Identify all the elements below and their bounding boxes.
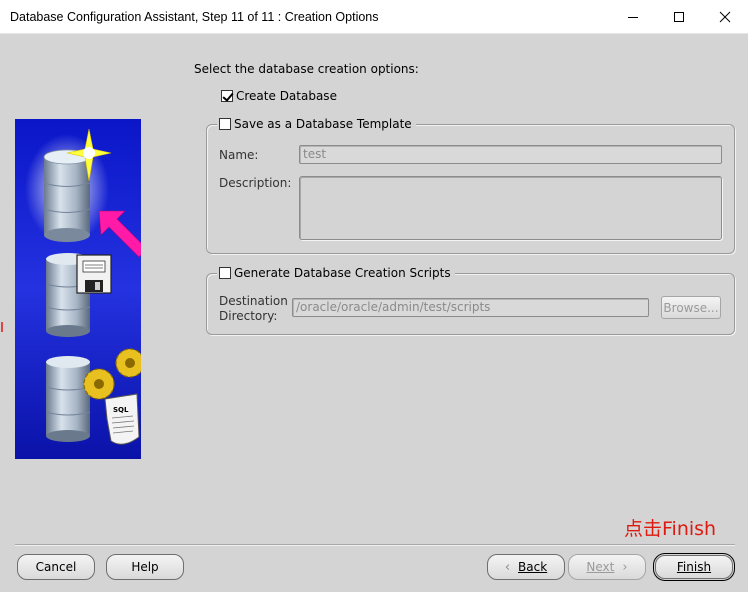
next-button[interactable]: Next › [568,554,646,580]
finish-hint-annotation: 点击Finish [624,518,717,540]
generate-scripts-label: Generate Database Creation Scripts [234,266,451,280]
finish-label: Finish [676,560,712,574]
cancel-label: Cancel [35,560,77,574]
back-label: Back [518,560,548,574]
save-template-checkbox[interactable] [219,118,231,130]
template-name-label: Name: [219,148,259,162]
create-database-checkbox[interactable] [221,90,233,102]
destination-directory-field[interactable]: /oracle/oracle/admin/test/scripts [292,298,649,317]
help-button[interactable]: Help [106,554,184,580]
minimize-icon [628,17,638,18]
wizard-illustration: SQL [15,119,141,459]
title-bar: Database Configuration Assistant, Step 1… [0,0,748,34]
generate-scripts-option[interactable]: Generate Database Creation Scripts [217,266,455,280]
create-database-label: Create Database [236,89,337,103]
next-label: Next [586,560,615,574]
chevron-right-icon: › [622,559,628,575]
create-database-option[interactable]: Create Database [221,89,337,103]
chevron-left-icon: ‹ [504,559,511,575]
template-description-label: Description: [219,176,292,190]
dbca-window: Database Configuration Assistant, Step 1… [0,0,748,592]
template-description-textarea[interactable] [299,176,722,240]
close-icon [719,11,731,23]
maximize-icon [674,12,684,22]
finish-button[interactable]: Finish [653,553,735,581]
maximize-button[interactable] [656,0,702,34]
close-button[interactable] [702,0,748,34]
window-title: Database Configuration Assistant, Step 1… [10,10,379,24]
svg-text:SQL: SQL [113,406,129,414]
edge-artifact [1,322,3,332]
template-name-field[interactable]: test [299,145,722,164]
database-cylinder-bottom [45,356,91,442]
browse-button[interactable]: Browse... [661,296,721,319]
button-separator [15,544,735,546]
creation-options-prompt: Select the database creation options: [194,62,419,76]
floppy-disk-icon [76,254,112,294]
generate-scripts-checkbox[interactable] [219,267,231,279]
help-label: Help [131,560,159,574]
destination-label-line2: Directory: [219,309,278,323]
sql-scroll-icon: SQL [104,393,140,445]
cancel-button[interactable]: Cancel [17,554,95,580]
destination-label-line1: Destination [219,294,288,308]
back-button[interactable]: ‹ Back [487,554,565,580]
save-template-option[interactable]: Save as a Database Template [217,117,416,131]
client-area: SQL Select the database creation options… [1,34,747,592]
save-template-label: Save as a Database Template [234,117,412,131]
minimize-button[interactable] [610,0,656,34]
